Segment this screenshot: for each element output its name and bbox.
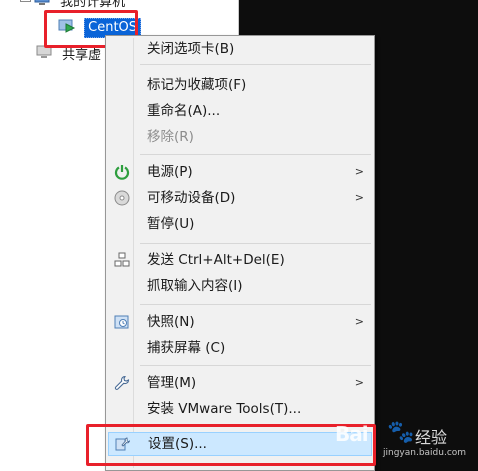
menu-item-label: 可移动设备(D) bbox=[147, 190, 236, 206]
menu-item-label: 安装 VMware Tools(T)... bbox=[147, 401, 302, 417]
submenu-arrow-icon: > bbox=[354, 376, 364, 389]
removable-device-icon bbox=[114, 190, 130, 206]
snapshot-icon bbox=[114, 314, 130, 330]
menu-item-send-ctrl-alt-del[interactable]: 发送 Ctrl+Alt+Del(E) bbox=[108, 249, 372, 271]
menu-item-add-favorite[interactable]: 标记为收藏项(F) bbox=[108, 74, 372, 96]
wrench-icon bbox=[114, 375, 130, 391]
menu-item-label: 重命名(A)... bbox=[147, 103, 221, 119]
menu-item-pause[interactable]: 暂停(U) bbox=[108, 213, 372, 235]
menu-separator bbox=[140, 304, 371, 305]
menu-item-label: 标记为收藏项(F) bbox=[147, 77, 247, 93]
collapse-icon[interactable]: − bbox=[20, 0, 31, 2]
send-keys-icon bbox=[114, 252, 130, 268]
menu-item-label: 快照(N) bbox=[147, 314, 195, 330]
menu-item-close-tab[interactable]: 关闭选项卡(B) bbox=[108, 38, 372, 60]
menu-item-label: 电源(P) bbox=[147, 164, 193, 180]
menu-separator bbox=[140, 365, 371, 366]
menu-item-label: 抓取输入内容(I) bbox=[147, 278, 243, 294]
menu-item-rename[interactable]: 重命名(A)... bbox=[108, 100, 372, 122]
settings-highlight-box bbox=[86, 424, 376, 466]
shared-label: 共享虚 bbox=[62, 48, 102, 63]
menu-item-power[interactable]: 电源(P) > bbox=[108, 161, 372, 183]
menu-item-label: 移除(R) bbox=[147, 129, 194, 145]
submenu-arrow-icon: > bbox=[354, 191, 364, 204]
menu-item-manage[interactable]: 管理(M) > bbox=[108, 372, 372, 394]
submenu-arrow-icon: > bbox=[354, 315, 364, 328]
menu-item-capture-screen[interactable]: 捕获屏幕 (C) bbox=[108, 337, 372, 359]
submenu-arrow-icon: > bbox=[354, 165, 364, 178]
menu-item-label: 关闭选项卡(B) bbox=[147, 41, 235, 57]
menu-item-snapshot[interactable]: 快照(N) > bbox=[108, 311, 372, 333]
menu-item-grab-input[interactable]: 抓取输入内容(I) bbox=[108, 275, 372, 297]
menu-item-label: 发送 Ctrl+Alt+Del(E) bbox=[147, 252, 285, 268]
my-computer-label: 我的计算机 bbox=[60, 0, 126, 10]
menu-separator bbox=[140, 154, 371, 155]
menu-separator bbox=[140, 243, 371, 244]
menu-item-label: 捕获屏幕 (C) bbox=[147, 340, 226, 356]
menu-item-remove: 移除(R) bbox=[108, 126, 372, 148]
computer-icon bbox=[34, 0, 50, 10]
menu-item-label: 暂停(U) bbox=[147, 216, 195, 232]
menu-separator bbox=[140, 64, 371, 65]
menu-item-install-vmware-tools[interactable]: 安装 VMware Tools(T)... bbox=[108, 398, 372, 420]
context-menu: 关闭选项卡(B) 标记为收藏项(F) 重命名(A)... 移除(R) 电源(P)… bbox=[105, 35, 375, 471]
menu-item-removable-devices[interactable]: 可移动设备(D) > bbox=[108, 187, 372, 209]
power-icon bbox=[114, 164, 130, 180]
menu-item-label: 管理(M) bbox=[147, 375, 197, 391]
